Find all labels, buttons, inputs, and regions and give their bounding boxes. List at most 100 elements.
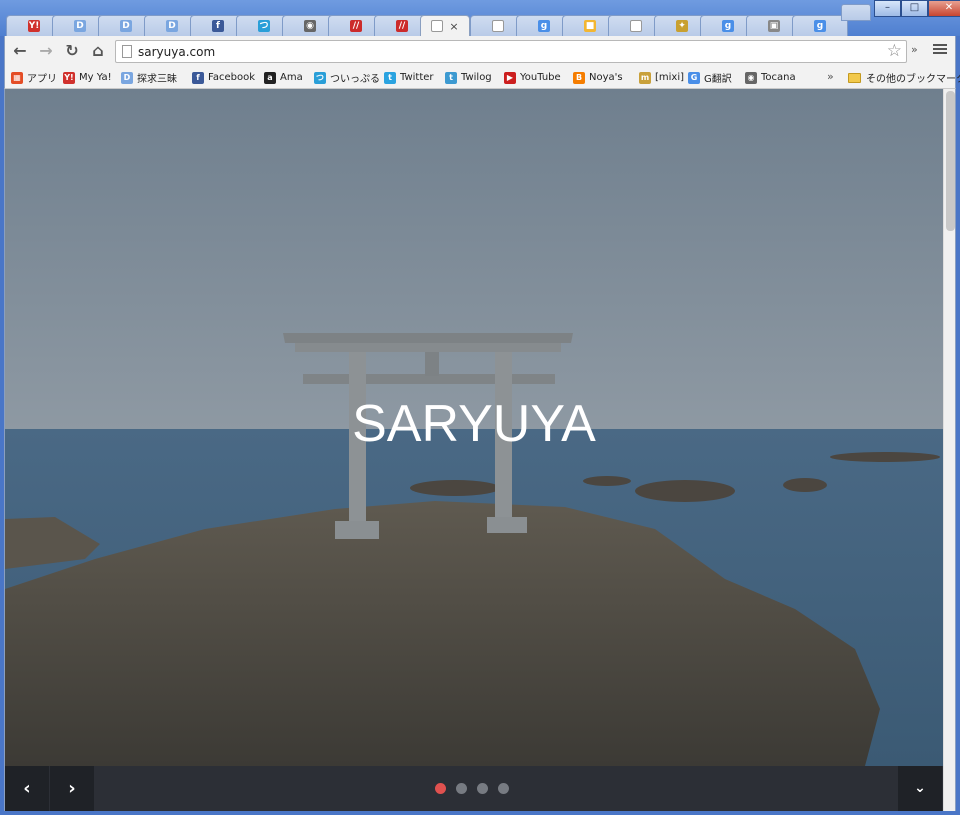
site-title: SARYUYA [352,395,596,453]
close-tab-button[interactable]: × [449,20,458,33]
distant-rock [410,480,500,496]
bookmark-item[interactable]: ◉ Tocana [745,69,796,86]
tab-strip: Y! D D Df つ ◉ // // × g ■ ✦ g ▣ g [6,15,886,36]
tab-favicon-icon: Y! [28,20,40,32]
tab-active[interactable]: × [420,15,470,36]
slide-indicator-dots [435,783,509,794]
tab[interactable]: g [792,15,848,36]
bookmark-item[interactable]: t Twitter [384,69,434,86]
other-bookmarks-folder[interactable]: その他のブックマーク [848,69,960,86]
bookmark-label: アプリ [27,74,57,85]
maximize-button[interactable]: □ [901,0,928,17]
bookmark-item[interactable]: B Noya's [573,69,623,86]
bookmark-item[interactable]: ▶ YouTube [504,69,561,86]
tab-favicon-icon: // [350,20,362,32]
bookmark-favicon-icon: G [688,71,700,84]
tab-favicon-icon: D [74,20,86,32]
bookmark-favicon-icon: t [445,71,457,84]
reload-button[interactable]: ↻ [61,41,83,61]
bookmark-label: My Ya! [79,72,112,83]
window-titlebar: Y! D D Df つ ◉ // // × g ■ ✦ g ▣ g – □ ✕ [0,0,960,36]
window-controls: – □ ✕ [874,0,960,17]
slide-dot[interactable] [456,783,467,794]
tab-favicon-icon: g [814,20,826,32]
extensions-overflow-button[interactable]: » [911,43,918,56]
tab-favicon-icon: D [120,20,132,32]
back-button[interactable]: ← [9,41,31,61]
bookmark-item[interactable]: a Ama [264,69,303,86]
tab-favicon-icon: ▣ [768,20,780,32]
address-bar[interactable]: ☆ [115,40,907,63]
tab-favicon-icon: // [396,20,408,32]
forward-button[interactable]: → [35,41,57,61]
bookmark-favicon-icon: t [384,71,396,84]
bookmark-favicon-icon: Y! [63,71,75,84]
tab-favicon-icon: ■ [584,20,596,32]
tab-favicon-icon: ◉ [304,20,316,32]
minimize-button[interactable]: – [874,0,901,17]
next-slide-button[interactable]: › [50,766,94,811]
bookmark-favicon-icon: f [192,71,204,84]
bookmark-favicon-icon: ◉ [745,71,757,84]
bookmark-item[interactable]: ▦ アプリ [11,69,57,86]
bookmark-favicon-icon: ▦ [11,71,23,84]
bookmark-label: Twitter [400,72,434,83]
bookmark-item[interactable]: つついっぷる [314,69,380,86]
tab-favicon-icon: D [166,20,178,32]
close-window-button[interactable]: ✕ [928,0,960,17]
bookmark-label: YouTube [520,72,561,83]
bookmark-item[interactable]: t Twilog [445,69,492,86]
bookmark-label: Facebook [208,72,255,83]
distant-rock [783,478,827,492]
scroll-down-button[interactable]: ⌄ [898,766,942,811]
tab-favicon-icon: ✦ [676,20,688,32]
bookmark-label: 探求三昧 [137,74,177,85]
slide-dot[interactable] [477,783,488,794]
previous-slide-button[interactable]: ‹ [5,766,49,811]
slide-dot[interactable] [498,783,509,794]
bookmark-favicon-icon: m [639,71,651,84]
browser-toolbar: ← → ↻ ⌂ ☆ » [4,36,956,66]
bookmark-label: G翻訳 [704,74,732,85]
bookmarks-bar: » その他のブックマーク ▦ アプリ Y! My Ya! D 探求三昧 f Facebook a… [4,66,960,89]
distant-rock [583,476,631,486]
vertical-scrollbar[interactable] [943,89,955,811]
bookmark-item[interactable]: f Facebook [192,69,255,86]
new-tab-button[interactable] [841,4,871,21]
bookmark-item[interactable]: D 探求三昧 [121,69,177,86]
bookmark-favicon-icon: D [121,71,133,84]
folder-icon [848,72,861,83]
bookmark-favicon-icon: B [573,71,585,84]
tab-favicon-icon: g [722,20,734,32]
scrollbar-thumb[interactable] [946,91,955,231]
bookmarks-overflow-button[interactable]: » [827,70,834,83]
bookmark-favicon-icon: つ [314,71,326,84]
bookmark-label: ついっぷる [330,74,380,85]
home-button[interactable]: ⌂ [87,41,109,61]
bookmark-label: Noya's [589,72,623,83]
bookmark-item[interactable]: m [mixi] [639,69,684,86]
bookmark-label: Tocana [761,72,796,83]
tab-favicon-icon [630,20,642,32]
bookmark-favicon-icon: ▶ [504,71,516,84]
bookmark-star-icon[interactable]: ☆ [887,41,902,61]
other-bookmarks-label: その他のブックマーク [866,74,960,85]
slide-dot[interactable] [435,783,446,794]
bookmark-label: [mixi] [655,72,685,83]
page-icon [122,45,132,58]
url-input[interactable] [138,43,878,61]
tab-favicon-icon [492,20,504,32]
bookmark-label: Twilog [461,72,492,83]
bookmark-item[interactable]: Y! My Ya! [63,69,112,86]
chrome-menu-icon[interactable] [933,42,947,58]
distant-rock [635,480,735,502]
slider-controls: ‹ › ⌄ [5,766,943,811]
page-viewport: SARYUYA ‹ › ⌄ [4,89,956,811]
bookmark-label: Ama [280,72,303,83]
bookmark-favicon-icon: a [264,71,276,84]
tab-favicon-icon: g [538,20,550,32]
tab-favicon-icon [431,20,444,32]
bookmark-item[interactable]: G G翻訳 [688,69,732,86]
tab-favicon-icon: つ [258,20,270,32]
tab-favicon-icon: f [212,20,224,32]
